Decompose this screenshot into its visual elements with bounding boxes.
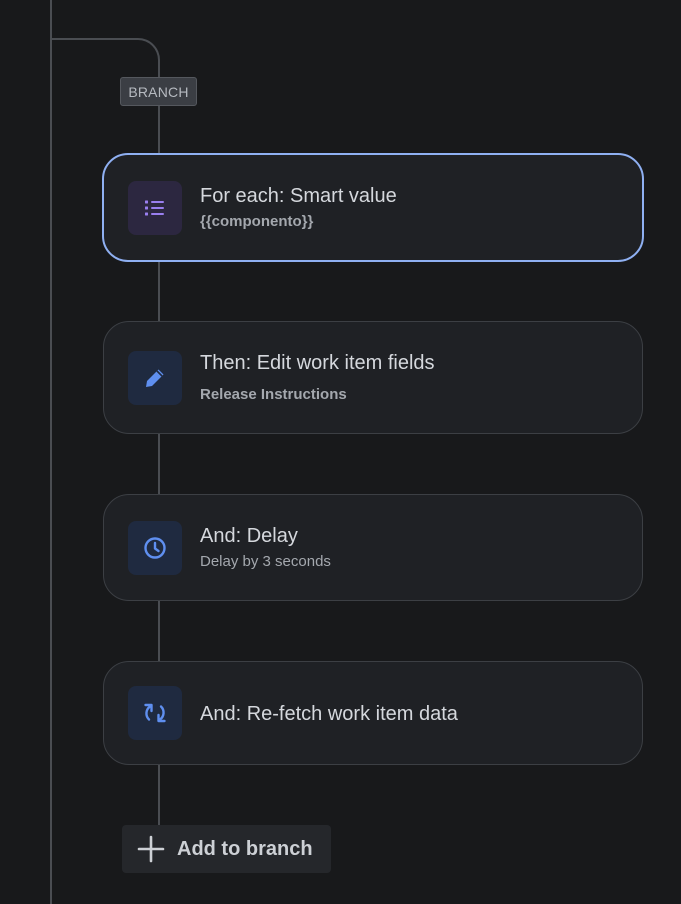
step-title: And: Re-fetch work item data [200,703,458,725]
refresh-icon-box [128,686,182,740]
step-card-edit-fields[interactable]: Then: Edit work item fields Release Inst… [103,321,643,434]
refresh-icon [144,703,166,723]
step-text: Then: Edit work item fields Release Inst… [200,351,435,405]
clock-icon-box [128,521,182,575]
pencil-icon-box [128,351,182,405]
step-title: For each: Smart value [200,185,397,207]
step-text: For each: Smart value {{componento}} [200,184,397,232]
main-connector-line [50,0,52,904]
step-subtitle: {{componento}} [200,213,314,230]
list-icon [145,200,164,216]
add-to-branch-label: Add to branch [177,837,313,860]
automation-canvas: BRANCH For each: Smart value {{component… [0,0,681,904]
step-text: And: Delay Delay by 3 seconds [200,524,331,572]
step-card-for-each[interactable]: For each: Smart value {{componento}} [102,153,644,262]
plus-icon [137,835,165,863]
step-subtitle: Delay by 3 seconds [200,553,331,570]
branch-label: BRANCH [120,77,197,106]
list-icon-box [128,181,182,235]
branch-connector-curve [51,38,160,78]
step-title: Then: Edit work item fields [200,352,435,374]
step-text: And: Re-fetch work item data [200,702,458,726]
step-card-refetch[interactable]: And: Re-fetch work item data [103,661,643,765]
step-title: And: Delay [200,525,298,547]
clock-icon [144,537,166,559]
step-subtitle: Release Instructions [200,386,347,403]
step-card-delay[interactable]: And: Delay Delay by 3 seconds [103,494,643,601]
pencil-icon [146,369,164,387]
add-to-branch-button[interactable]: Add to branch [122,825,331,873]
